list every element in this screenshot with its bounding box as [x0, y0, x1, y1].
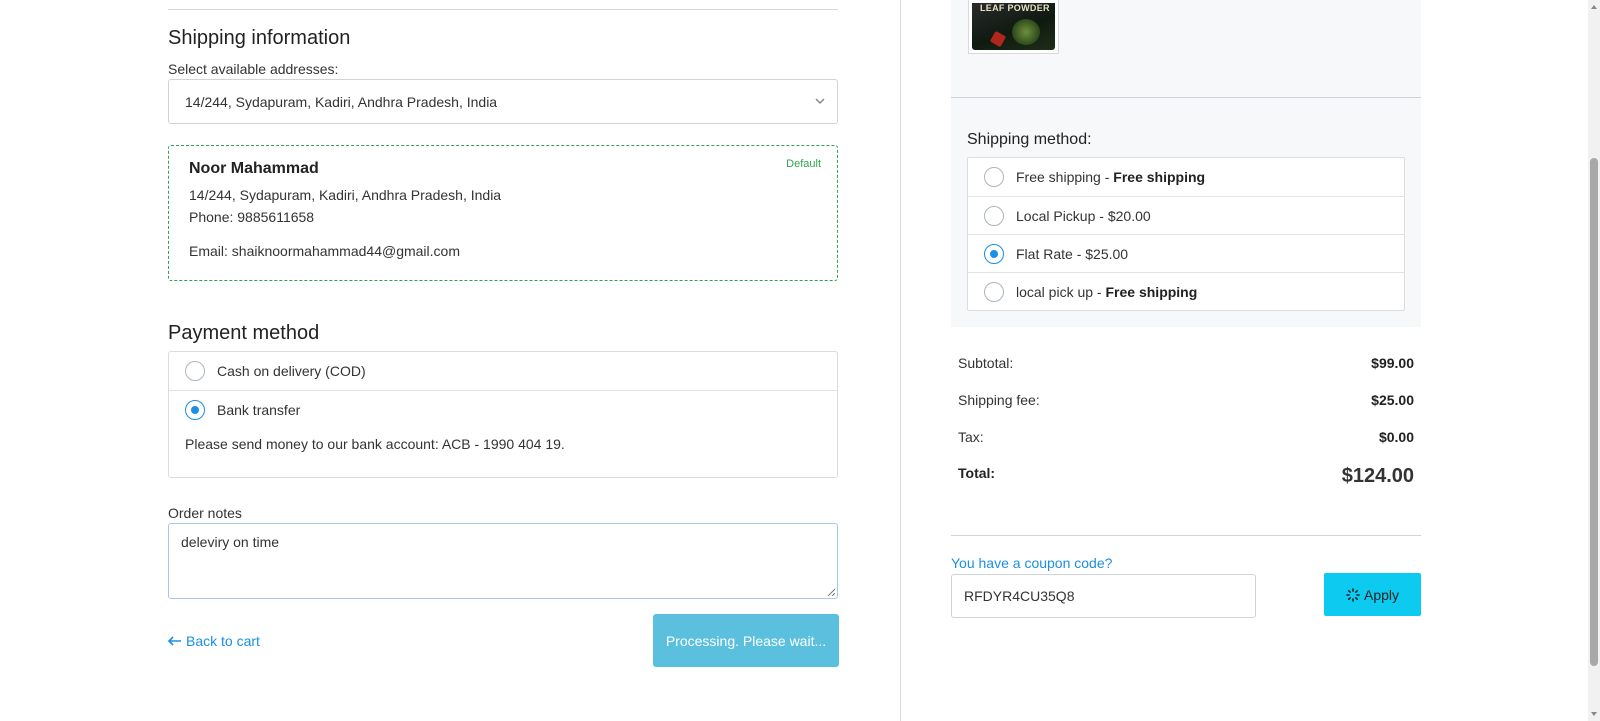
- address-phone: Phone: 9885611658: [189, 209, 315, 225]
- coupon-code-link[interactable]: You have a coupon code?: [951, 555, 1112, 571]
- payment-option-label: Bank transfer: [217, 401, 301, 418]
- total-label: Total:: [958, 465, 996, 481]
- shipping-option-price: $20.00: [1107, 207, 1151, 224]
- radio-button-selected[interactable]: [185, 399, 205, 420]
- default-badge: Default: [786, 158, 821, 170]
- apply-label: Apply: [1363, 586, 1400, 603]
- order-notes-input[interactable]: [168, 523, 838, 599]
- address-select[interactable]: 14/244, Sydapuram, Kadiri, Andhra Prades…: [168, 79, 838, 124]
- product-thumbnail: LEAF POWDER: [968, 0, 1059, 54]
- shipping-fee-label: Shipping fee:: [958, 392, 1040, 408]
- scrollbar-thumb[interactable]: [1590, 158, 1598, 666]
- shipping-option-price: Free shipping: [1105, 283, 1198, 300]
- order-notes-label: Order notes: [168, 505, 242, 521]
- shipping-info-title: Shipping information: [168, 27, 351, 49]
- tax-label: Tax:: [958, 429, 984, 445]
- shipping-option-name: Local Pickup: [1016, 207, 1096, 224]
- bank-transfer-note: Please send money to our bank account: A…: [185, 436, 565, 452]
- shipping-option-free-shipping[interactable]: Free shipping - Free shipping: [968, 158, 1404, 196]
- order-notes-wrapper: [168, 523, 838, 599]
- shipping-option-flat-rate[interactable]: Flat Rate - $25.00: [968, 234, 1404, 272]
- total-row: Total: $124.00: [958, 465, 1414, 488]
- product-image: LEAF POWDER: [972, 3, 1055, 50]
- shipping-fee-value: $25.00: [1371, 392, 1414, 408]
- tax-value: $0.00: [1378, 429, 1414, 445]
- radio-button[interactable]: [185, 361, 205, 381]
- subtotal-label: Subtotal:: [958, 355, 1014, 371]
- shipping-option-local-pickup[interactable]: Local Pickup - $20.00: [968, 196, 1404, 234]
- back-to-cart-label: Back to cart: [186, 633, 260, 649]
- divider: [951, 97, 1421, 98]
- payment-method-title: Payment method: [168, 322, 320, 344]
- shipping-option-name: Free shipping: [1016, 169, 1101, 185]
- arrow-left-icon: [168, 636, 181, 646]
- coupon-input[interactable]: [951, 574, 1256, 618]
- page-scrollbar[interactable]: [1588, 0, 1600, 721]
- resize-grip-icon[interactable]: [827, 588, 835, 596]
- total-value: $124.00: [1341, 465, 1414, 487]
- shipping-option-name: Flat Rate: [1016, 245, 1073, 262]
- radio-button-selected[interactable]: [984, 243, 1004, 264]
- payment-options: Cash on delivery (COD) Bank transfer Ple…: [168, 351, 838, 478]
- divider: [951, 535, 1421, 536]
- tax-row: Tax: $0.00: [958, 429, 1414, 445]
- scroll-up-icon[interactable]: [1590, 3, 1598, 11]
- shipping-option-price: $25.00: [1085, 245, 1129, 262]
- column-divider: [900, 0, 901, 721]
- cart-panel: LEAF POWDER Shipping method: Free shippi…: [951, 0, 1421, 327]
- address-name: Noor Mahammad: [189, 160, 319, 177]
- subtotal-row: Subtotal: $99.00: [958, 355, 1414, 371]
- address-email: Email: shaiknoormahammad44@gmail.com: [189, 243, 460, 259]
- radio-button[interactable]: [984, 281, 1004, 302]
- radio-button[interactable]: [984, 205, 1004, 226]
- processing-button[interactable]: Processing. Please wait...: [653, 614, 839, 667]
- shipping-method-title: Shipping method:: [967, 131, 1092, 148]
- address-select-label: Select available addresses:: [168, 61, 339, 77]
- shipping-option-local-pick-up[interactable]: local pick up - Free shipping: [968, 272, 1404, 310]
- radio-button[interactable]: [984, 167, 1004, 187]
- shipping-fee-row: Shipping fee: $25.00: [958, 392, 1414, 408]
- payment-option-bank-transfer[interactable]: Bank transfer: [169, 390, 837, 428]
- address-line: 14/244, Sydapuram, Kadiri, Andhra Prades…: [189, 187, 502, 203]
- shipping-option-name: local pick up: [1016, 283, 1094, 300]
- subtotal-value: $99.00: [1371, 355, 1414, 371]
- loading-spinner-icon: [1346, 587, 1360, 602]
- chevron-down-icon: [815, 98, 825, 105]
- product-image-text: LEAF POWDER: [980, 3, 1050, 13]
- payment-option-label: Cash on delivery (COD): [217, 363, 366, 379]
- address-select-value: 14/244, Sydapuram, Kadiri, Andhra Prades…: [185, 93, 498, 110]
- payment-option-cod[interactable]: Cash on delivery (COD): [169, 352, 837, 390]
- back-to-cart-link[interactable]: Back to cart: [168, 633, 260, 649]
- address-card: Noor Mahammad 14/244, Sydapuram, Kadiri,…: [168, 145, 838, 281]
- apply-coupon-button[interactable]: Apply: [1324, 573, 1421, 616]
- divider: [168, 9, 838, 10]
- shipping-options: Free shipping - Free shipping Local Pick…: [967, 157, 1405, 311]
- scroll-down-icon[interactable]: [1590, 710, 1598, 718]
- shipping-option-price: Free shipping: [1113, 169, 1206, 185]
